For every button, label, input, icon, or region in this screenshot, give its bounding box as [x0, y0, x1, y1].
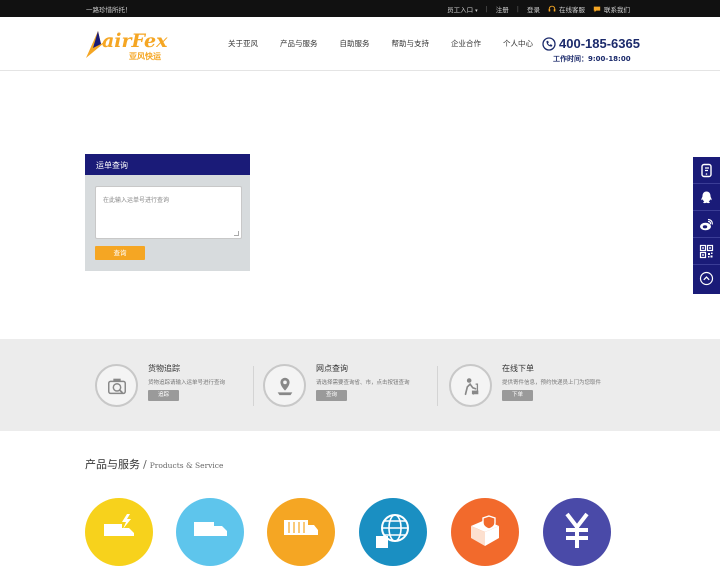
qq-icon [701, 191, 712, 203]
sidebar-qq-button[interactable] [693, 184, 720, 211]
svg-text:亚风快运: 亚风快运 [129, 51, 161, 61]
feature-online-order: 在线下单 提供寄件信息，预约快递员上门为您取件 下单 [449, 361, 629, 409]
qrcode-icon [699, 244, 714, 258]
sidebar-qrcode-button[interactable] [693, 238, 720, 265]
top-links: 员工入口 ▾ | 注册 | 登录 在线客服 联系我们 [447, 4, 630, 14]
product-payment[interactable] [543, 498, 611, 566]
login-link[interactable]: 登录 [527, 4, 540, 14]
divider [253, 366, 254, 406]
product-express[interactable] [85, 498, 153, 566]
contact-us-link[interactable]: 联系我们 [593, 4, 630, 14]
quick-services-band: 货物追踪 货物追踪请输入运单号进行查询 追踪 网点查询 请选择需要查询省、市，点… [0, 339, 720, 431]
work-hours: 工作时间：9:00-18:00 [553, 55, 631, 63]
sidebar-phone-button[interactable] [693, 157, 720, 184]
nav-item-cooperation[interactable]: 企业合作 [451, 38, 481, 49]
feature-title: 在线下单 [502, 364, 534, 373]
chat-bubble-icon [593, 6, 601, 13]
waybill-query-panel: 运单查询 在此输入运单号进行查询 查询 [85, 154, 250, 271]
resize-grip-icon[interactable] [234, 231, 239, 236]
waybill-query-title: 运单查询 [85, 154, 250, 175]
products-title-en: Products & Service [149, 461, 224, 470]
product-insurance[interactable] [451, 498, 519, 566]
hotline: 400-185-6365 [542, 36, 640, 51]
feature-cargo-tracking: 货物追踪 货物追踪请输入运单号进行查询 追踪 [95, 361, 275, 409]
register-link[interactable]: 注册 [496, 4, 509, 14]
waybill-input-placeholder: 在此输入运单号进行查询 [103, 197, 170, 204]
product-international[interactable] [359, 498, 427, 566]
weibo-icon [700, 218, 713, 230]
feature-outlet-query: 网点查询 请选择需要查询省、市，点击按钮查询 查询 [263, 361, 443, 409]
staff-entry-link[interactable]: 员工入口 ▾ [447, 4, 478, 14]
slogan: 一路珍惜所托！ [86, 6, 132, 14]
phone-icon [542, 36, 556, 51]
sidebar-back-to-top-button[interactable] [693, 265, 720, 292]
nav-item-self-service[interactable]: 自助服务 [340, 38, 370, 49]
main-nav: 关于亚风 产品与服务 自助服务 帮助与支持 企业合作 个人中心 [228, 38, 555, 49]
feature-title: 网点查询 [316, 364, 348, 373]
phone-chat-icon [701, 163, 712, 177]
camera-search-icon[interactable] [95, 364, 138, 407]
feature-desc: 请选择需要查询省、市，点击按钮查询 [316, 380, 410, 386]
outlet-query-button[interactable]: 查询 [316, 390, 347, 401]
courier-icon[interactable] [449, 364, 492, 407]
online-service-link[interactable]: 在线客服 [548, 4, 585, 14]
phone-number: 400-185-6365 [559, 36, 640, 51]
feature-title: 货物追踪 [148, 364, 180, 373]
waybill-input[interactable]: 在此输入运单号进行查询 [95, 186, 242, 239]
products-title: 产品与服务 [85, 458, 140, 471]
shield-box-icon [471, 515, 499, 546]
container-truck-icon [284, 520, 318, 535]
nav-item-products[interactable]: 产品与服务 [280, 38, 318, 49]
sidebar-weibo-button[interactable] [693, 211, 720, 238]
map-pin-icon[interactable] [263, 364, 306, 407]
express-truck-icon [104, 514, 134, 536]
headset-icon [548, 5, 556, 12]
top-bar: 一路珍惜所托！ 员工入口 ▾ | 注册 | 登录 在线客服 联系我们 [0, 0, 720, 17]
nav-item-personal[interactable]: 个人中心 [503, 38, 533, 49]
back-to-top-icon [699, 271, 714, 286]
product-truck[interactable] [176, 498, 244, 566]
products-heading: 产品与服务 / Products & Service [85, 458, 224, 471]
globe-icon [376, 514, 409, 548]
truck-icon [194, 522, 227, 536]
feature-desc: 货物追踪请输入运单号进行查询 [148, 380, 226, 386]
airfex-logo[interactable]: airFex 亚风快运 [84, 27, 176, 61]
yen-icon [565, 512, 589, 548]
product-container[interactable] [267, 498, 335, 566]
header: airFex 亚风快运 关于亚风 产品与服务 自助服务 帮助与支持 企业合作 个… [0, 17, 720, 71]
order-button[interactable]: 下单 [502, 390, 533, 401]
floating-sidebar [693, 157, 720, 294]
feature-desc: 提供寄件信息，预约快递员上门为您取件 [502, 380, 602, 386]
nav-item-help[interactable]: 帮助与支持 [392, 38, 430, 49]
svg-text:airFex: airFex [102, 30, 168, 52]
track-button[interactable]: 追踪 [148, 390, 179, 401]
nav-item-about[interactable]: 关于亚风 [228, 38, 258, 49]
divider [437, 366, 438, 406]
chevron-down-icon: ▾ [475, 8, 478, 14]
query-button[interactable]: 查询 [95, 246, 145, 260]
